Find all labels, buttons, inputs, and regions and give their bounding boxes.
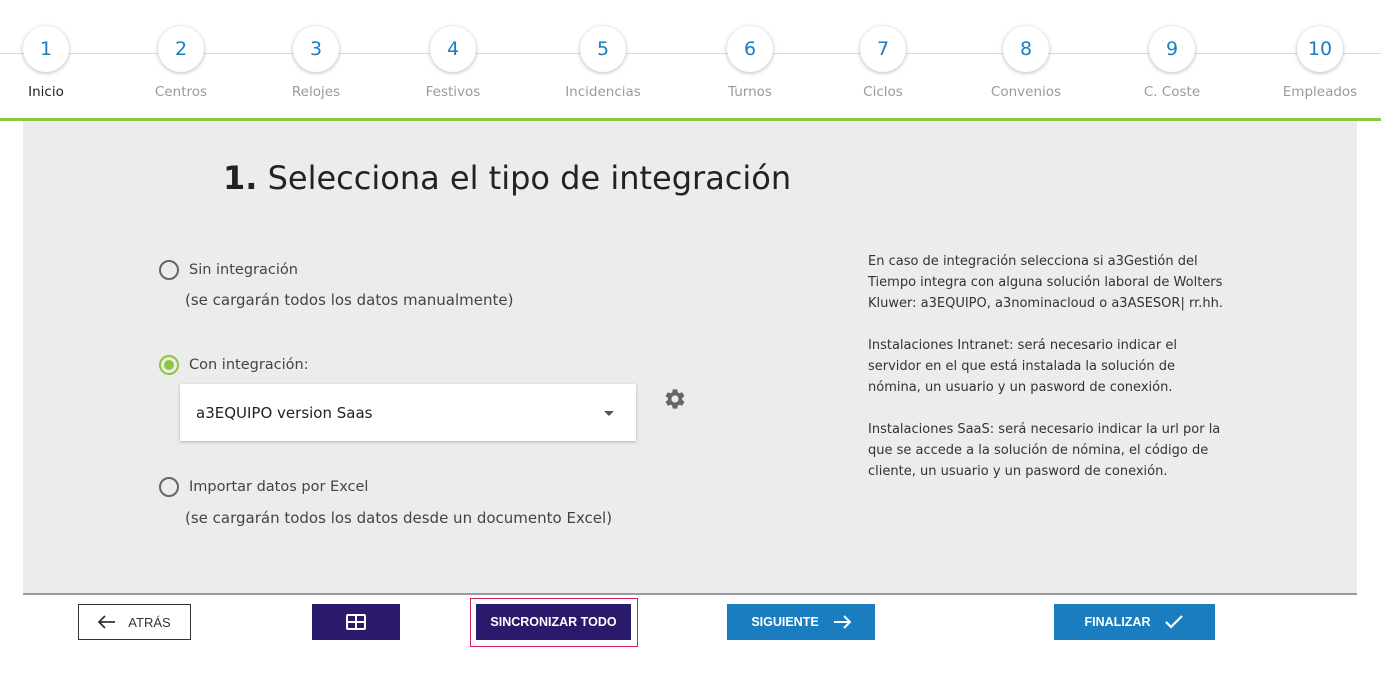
step-inicio[interactable]: 1 Inicio xyxy=(0,26,106,100)
option-sin-integracion[interactable]: Sin integración xyxy=(159,260,298,280)
title-number: 1. xyxy=(223,159,258,197)
arrow-right-icon xyxy=(833,615,851,629)
step-label: Inicio xyxy=(28,84,64,100)
option-description: (se cargarán todos los datos manualmente… xyxy=(185,291,514,309)
step-label: Centros xyxy=(154,84,208,100)
arrow-left-icon xyxy=(98,615,116,629)
grid-icon xyxy=(346,614,366,630)
step-ciclos[interactable]: 7 Ciclos xyxy=(823,26,943,100)
option-label: Importar datos por Excel xyxy=(189,479,369,495)
title-text: Selecciona el tipo de integración xyxy=(267,159,792,197)
integration-select[interactable]: a3EQUIPO version Saas xyxy=(180,384,636,441)
radio-sin-integracion[interactable] xyxy=(159,260,179,280)
radio-con-integracion[interactable] xyxy=(159,355,179,375)
option-label: Sin integración xyxy=(189,262,298,278)
sync-all-button[interactable]: SINCRONIZAR TODO xyxy=(476,604,631,640)
step-number: 8 xyxy=(1003,26,1049,72)
step-number: 7 xyxy=(860,26,906,72)
step-number: 10 xyxy=(1297,26,1343,72)
step-c-coste[interactable]: 9 C. Coste xyxy=(1112,26,1232,100)
back-button-label: ATRÁS xyxy=(128,614,171,630)
option-con-integracion[interactable]: Con integración: xyxy=(159,355,309,375)
step-label: Festivos xyxy=(425,84,481,100)
integration-panel: 1. Selecciona el tipo de integración Sin… xyxy=(23,121,1357,593)
step-number: 6 xyxy=(727,26,773,72)
step-label: C. Coste xyxy=(1143,84,1201,100)
step-centros[interactable]: 2 Centros xyxy=(121,26,241,100)
step-label: Convenios xyxy=(990,84,1062,100)
select-value: a3EQUIPO version Saas xyxy=(196,403,373,422)
check-icon xyxy=(1165,615,1184,629)
step-number: 3 xyxy=(293,26,339,72)
option-description: (se cargarán todos los datos desde un do… xyxy=(185,509,613,527)
step-relojes[interactable]: 3 Relojes xyxy=(256,26,376,100)
finish-button[interactable]: FINALIZAR xyxy=(1054,604,1215,640)
help-text: En caso de integración selecciona si a3G… xyxy=(868,251,1228,503)
step-label: Incidencias xyxy=(565,84,641,100)
step-label: Relojes xyxy=(291,84,341,100)
grid-view-button[interactable] xyxy=(312,604,400,640)
step-number: 9 xyxy=(1149,26,1195,72)
page-title: 1. Selecciona el tipo de integración xyxy=(223,159,791,197)
step-convenios[interactable]: 8 Convenios xyxy=(966,26,1086,100)
chevron-down-icon xyxy=(604,411,614,416)
step-turnos[interactable]: 6 Turnos xyxy=(690,26,810,100)
footer-divider xyxy=(23,593,1357,595)
step-label: Ciclos xyxy=(863,84,903,100)
step-number: 5 xyxy=(580,26,626,72)
next-button-label: SIGUIENTE xyxy=(751,615,819,629)
step-number: 4 xyxy=(430,26,476,72)
help-paragraph: Instalaciones Intranet: será necesario i… xyxy=(868,338,1177,395)
radio-importar-excel[interactable] xyxy=(159,477,179,497)
step-number: 2 xyxy=(158,26,204,72)
wizard-stepper: 1 Inicio 2 Centros 3 Relojes 4 Festivos … xyxy=(0,0,1381,118)
next-button[interactable]: SIGUIENTE xyxy=(727,604,875,640)
step-festivos[interactable]: 4 Festivos xyxy=(393,26,513,100)
step-number: 1 xyxy=(23,26,69,72)
option-label: Con integración: xyxy=(189,357,309,373)
option-importar-excel[interactable]: Importar datos por Excel xyxy=(159,477,368,497)
step-empleados[interactable]: 10 Empleados xyxy=(1260,26,1380,100)
back-button[interactable]: ATRÁS xyxy=(78,604,191,640)
finish-button-label: FINALIZAR xyxy=(1084,615,1151,629)
help-paragraph: Instalaciones SaaS: será necesario indic… xyxy=(868,422,1221,479)
step-label: Empleados xyxy=(1282,84,1358,100)
step-incidencias[interactable]: 5 Incidencias xyxy=(543,26,663,100)
step-label: Turnos xyxy=(728,84,772,100)
help-paragraph: En caso de integración selecciona si a3G… xyxy=(868,254,1223,311)
gear-icon[interactable] xyxy=(663,387,687,411)
